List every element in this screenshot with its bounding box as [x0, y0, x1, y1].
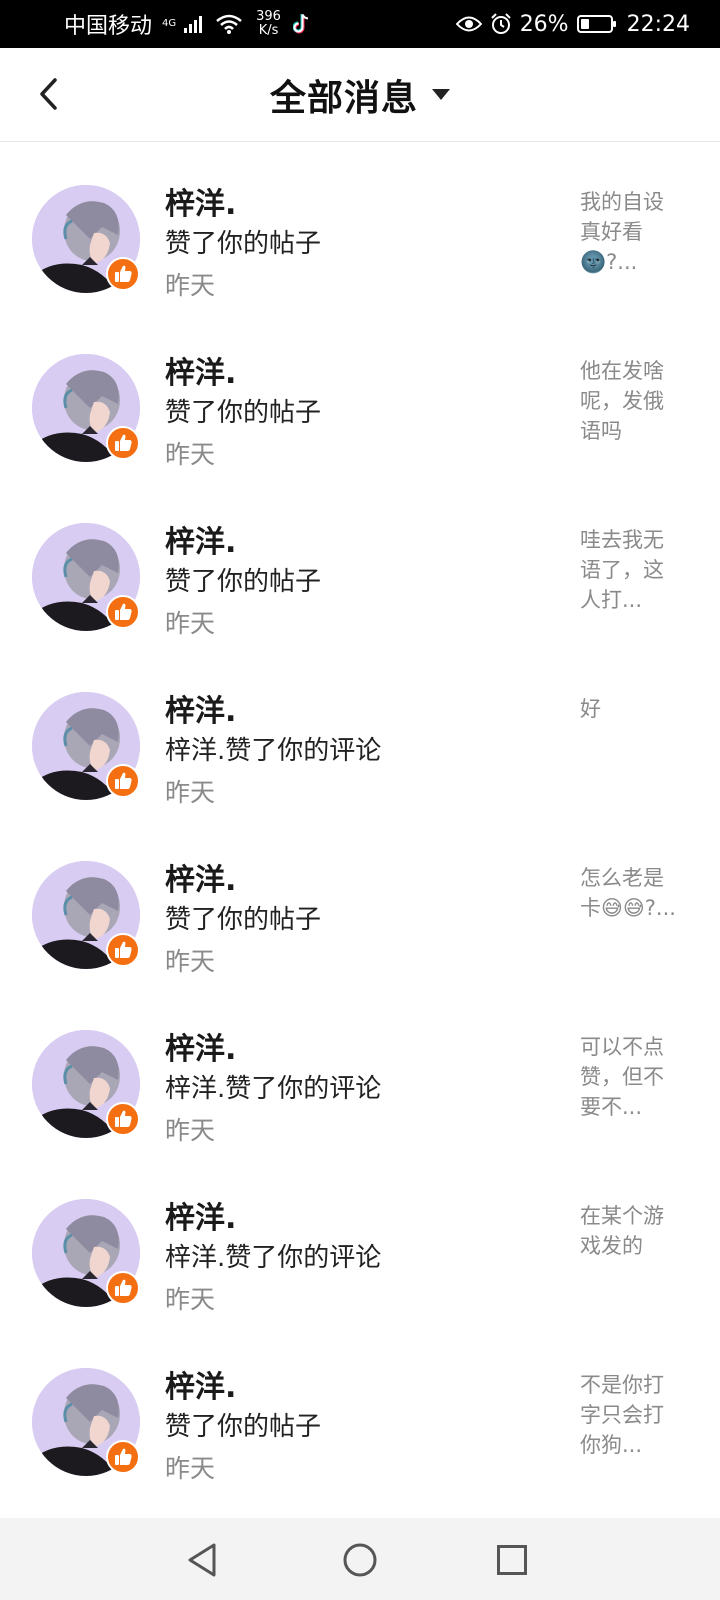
notification-text: 梓洋.赞了你的评论: [165, 736, 382, 766]
notification-text: 梓洋.赞了你的评论: [165, 1074, 382, 1104]
page-title: 全部消息: [269, 77, 418, 119]
like-badge: [106, 933, 140, 967]
nav-home-button[interactable]: [338, 1538, 382, 1582]
thumbs-up-icon: [115, 1279, 132, 1296]
sender-name[interactable]: 梓洋.: [165, 348, 236, 392]
battery-icon: [576, 15, 616, 33]
like-badge: [106, 1271, 140, 1305]
notification-text: 赞了你的帖子: [165, 229, 322, 259]
notification-text: 赞了你的帖子: [165, 398, 322, 428]
content-preview[interactable]: 不是你打字只会打你狗...: [580, 1370, 678, 1460]
timestamp: 昨天: [165, 1454, 216, 1483]
nav-back-button[interactable]: [180, 1538, 224, 1582]
like-badge: [106, 1440, 140, 1474]
speed-unit: K/s: [258, 23, 279, 38]
sender-name[interactable]: 梓洋.: [165, 1024, 236, 1068]
status-bar: 中国移动 4G 396 K/s 26% 22:24: [0, 0, 720, 48]
notification-text: 赞了你的帖子: [165, 1412, 322, 1442]
notification-text: 赞了你的帖子: [165, 905, 322, 935]
content-preview[interactable]: 我的自设真好看🌚?...: [580, 187, 678, 277]
clock: 22:24: [626, 11, 690, 37]
square-recent-icon: [497, 1545, 527, 1575]
like-badge: [106, 595, 140, 629]
message-filter-dropdown[interactable]: 全部消息: [270, 69, 450, 121]
page-header: 全部消息: [0, 48, 720, 142]
content-preview[interactable]: 在某个游戏发的: [580, 1201, 678, 1261]
list-item[interactable]: 梓洋. 梓洋.赞了你的评论 昨天 在某个游戏发的: [0, 1157, 720, 1326]
timestamp: 昨天: [165, 778, 216, 807]
eye-icon: [455, 16, 482, 32]
content-preview[interactable]: 好: [580, 694, 678, 724]
notification-text: 赞了你的帖子: [165, 567, 322, 597]
like-badge: [106, 764, 140, 798]
notification-text: 梓洋.赞了你的评论: [165, 1243, 382, 1273]
content-preview[interactable]: 可以不点赞，但不要不...: [580, 1032, 678, 1122]
content-preview[interactable]: 他在发啥呢，发俄语吗: [580, 356, 678, 446]
thumbs-up-icon: [115, 1448, 132, 1465]
timestamp: 昨天: [165, 440, 216, 469]
thumbs-up-icon: [115, 941, 132, 958]
timestamp: 昨天: [165, 609, 216, 638]
circle-home-icon: [343, 1543, 377, 1577]
sender-name[interactable]: 梓洋.: [165, 1193, 236, 1237]
network-type: 4G: [162, 19, 176, 29]
sender-name[interactable]: 梓洋.: [165, 686, 236, 730]
like-badge: [106, 257, 140, 291]
like-badge: [106, 1102, 140, 1136]
alarm-icon: [490, 13, 511, 34]
thumbs-up-icon: [115, 603, 132, 620]
speed-value: 396: [256, 9, 281, 24]
thumbs-up-icon: [115, 265, 132, 282]
system-nav-bar: [0, 1518, 720, 1600]
carrier-label: 中国移动: [64, 14, 153, 39]
status-right: 26% 22:24: [455, 11, 690, 37]
content-preview[interactable]: 怎么老是卡😅😅?...: [580, 863, 678, 923]
message-list: 梓洋. 赞了你的帖子 昨天 我的自设真好看🌚?... 梓洋. 赞了你的帖子 昨天: [0, 143, 720, 1495]
sender-name[interactable]: 梓洋.: [165, 855, 236, 899]
timestamp: 昨天: [165, 947, 216, 976]
battery-percent: 26%: [519, 11, 569, 37]
timestamp: 昨天: [165, 1116, 216, 1145]
list-item[interactable]: 梓洋. 梓洋.赞了你的评论 昨天 好: [0, 650, 720, 819]
like-badge: [106, 426, 140, 460]
triangle-back-icon: [188, 1543, 216, 1577]
list-item[interactable]: 梓洋. 赞了你的帖子 昨天 哇去我无语了，这人打...: [0, 481, 720, 650]
timestamp: 昨天: [165, 271, 216, 300]
list-item[interactable]: 梓洋. 赞了你的帖子 昨天 我的自设真好看🌚?...: [0, 143, 720, 312]
caret-down-icon: [432, 89, 450, 100]
thumbs-up-icon: [115, 1110, 132, 1127]
list-item[interactable]: 梓洋. 赞了你的帖子 昨天 怎么老是卡😅😅?...: [0, 819, 720, 988]
chevron-left-icon: [40, 78, 57, 110]
nav-recent-button[interactable]: [490, 1538, 534, 1582]
sender-name[interactable]: 梓洋.: [165, 179, 236, 223]
sender-name[interactable]: 梓洋.: [165, 1362, 236, 1406]
signal-icon: [184, 15, 203, 33]
thumbs-up-icon: [115, 772, 132, 789]
thumbs-up-icon: [115, 434, 132, 451]
timestamp: 昨天: [165, 1285, 216, 1314]
network-label: 4G: [162, 18, 177, 29]
sender-name[interactable]: 梓洋.: [165, 517, 236, 561]
content-preview[interactable]: 哇去我无语了，这人打...: [580, 525, 678, 615]
wifi-icon: [216, 14, 242, 34]
status-left: 中国移动 4G 396 K/s: [64, 8, 311, 40]
list-item[interactable]: 梓洋. 赞了你的帖子 昨天 他在发啥呢，发俄语吗: [0, 312, 720, 481]
network-speed: 396 K/s: [256, 10, 281, 38]
list-item[interactable]: 梓洋. 赞了你的帖子 昨天 不是你打字只会打你狗...: [0, 1326, 720, 1495]
list-item[interactable]: 梓洋. 梓洋.赞了你的评论 昨天 可以不点赞，但不要不...: [0, 988, 720, 1157]
back-button[interactable]: [26, 72, 70, 116]
tiktok-icon: [292, 14, 309, 34]
